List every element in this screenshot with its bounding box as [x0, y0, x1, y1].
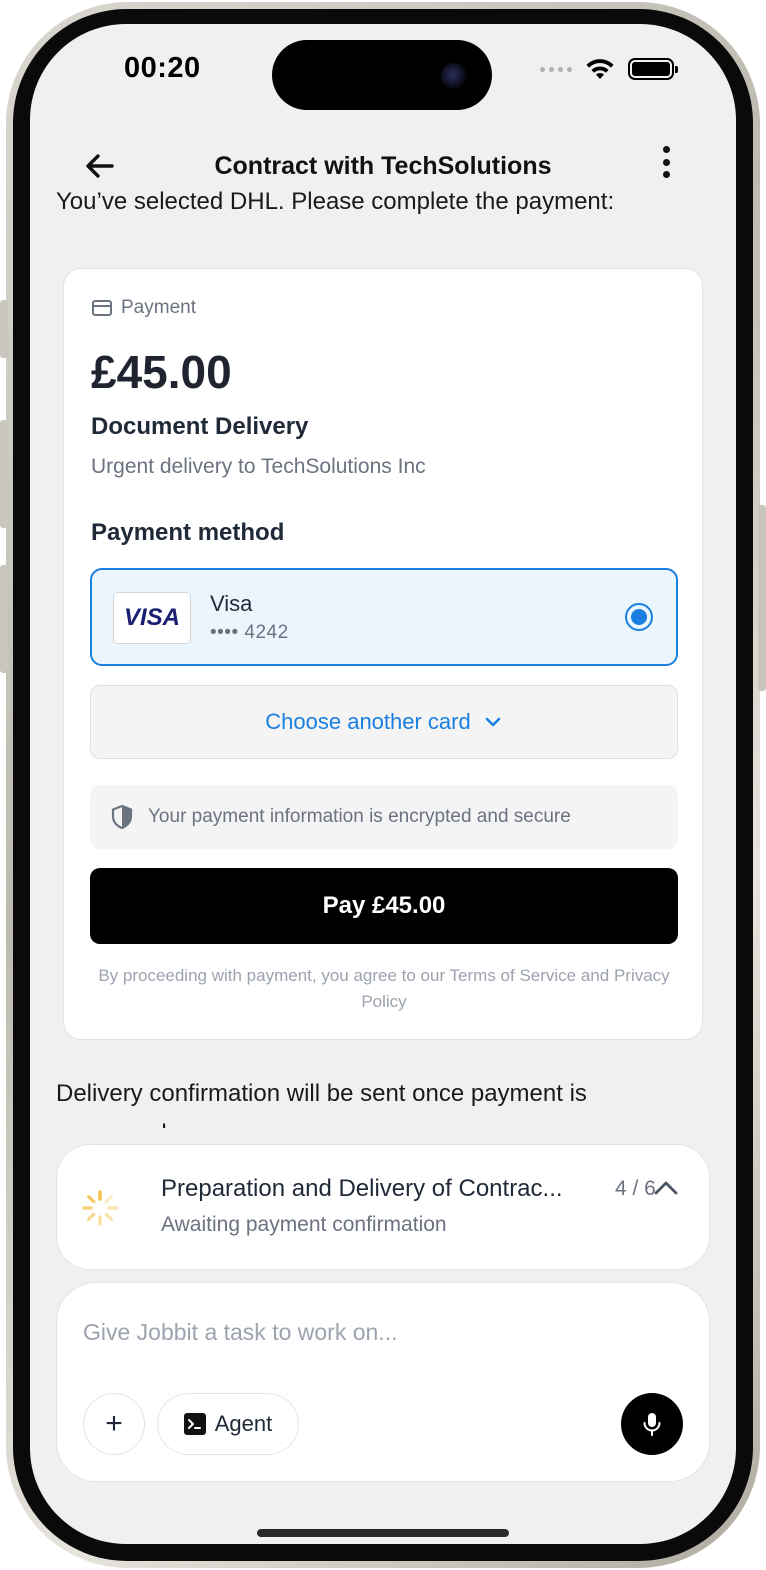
task-progress-panel[interactable]: Preparation and Delivery of Contrac... 4… — [56, 1144, 710, 1270]
task-progress-count: 4 / 6 — [615, 1177, 656, 1200]
agent-mode-button[interactable]: Agent — [157, 1393, 299, 1455]
shield-icon — [111, 804, 133, 830]
selected-card-option[interactable]: VISA Visa •••• 4242 — [90, 568, 678, 666]
payment-description-title: Document Delivery — [91, 413, 309, 440]
chevron-down-icon — [485, 717, 501, 727]
payment-amount: £45.00 — [91, 346, 232, 398]
payment-label: Payment — [92, 297, 196, 319]
spinner-icon — [82, 1190, 118, 1226]
camera-icon — [441, 63, 467, 89]
payment-label-text: Payment — [121, 297, 196, 318]
composer: + Agent — [56, 1282, 710, 1482]
secure-note-text: Your payment information is encrypted an… — [148, 806, 571, 827]
volume-up-button — [0, 420, 8, 528]
card-radio-selected[interactable] — [625, 603, 653, 631]
power-button — [758, 505, 766, 691]
payment-description-subtitle: Urgent delivery to TechSolutions Inc — [91, 455, 426, 478]
status-icons — [540, 57, 678, 81]
volume-down-button — [0, 565, 8, 673]
dynamic-island — [272, 40, 492, 110]
pay-button[interactable]: Pay £45.00 — [90, 868, 678, 944]
microphone-icon — [643, 1413, 661, 1436]
payment-card: Payment £45.00 Document Delivery Urgent … — [63, 268, 703, 1040]
chevron-up-icon[interactable] — [651, 1173, 681, 1203]
wifi-icon — [586, 59, 614, 79]
task-input[interactable] — [83, 1319, 643, 1346]
home-indicator[interactable] — [257, 1529, 509, 1537]
more-vertical-icon — [662, 146, 670, 153]
plus-icon: + — [105, 1407, 123, 1440]
card-name: Visa — [210, 591, 253, 616]
signal-icon — [540, 66, 572, 72]
add-attachment-button[interactable]: + — [83, 1393, 145, 1455]
terms-text: By proceeding with payment, you agree to… — [98, 966, 670, 1011]
status-time: 00:20 — [124, 52, 201, 84]
battery-icon — [628, 58, 678, 80]
agent-mode-label: Agent — [214, 1411, 273, 1436]
task-title: Preparation and Delivery of Contrac... — [161, 1175, 563, 1202]
microphone-button[interactable] — [621, 1393, 683, 1455]
payment-method-title: Payment method — [91, 519, 285, 546]
visa-logo: VISA — [113, 592, 191, 644]
choose-another-card-button[interactable]: Choose another card — [90, 685, 678, 759]
assistant-message-followup: Delivery confirmation will be sent once … — [56, 1080, 587, 1128]
assistant-message: You’ve selected DHL. Please complete the… — [56, 188, 615, 215]
secure-note: Your payment information is encrypted an… — [90, 785, 678, 849]
action-button — [0, 300, 8, 358]
credit-card-icon — [92, 300, 112, 316]
card-number: •••• 4242 — [210, 622, 289, 643]
page-title: Contract with TechSolutions — [214, 152, 552, 180]
more-options-button[interactable] — [654, 140, 678, 184]
chat-thread[interactable]: You’ve selected DHL. Please complete the… — [30, 184, 736, 1128]
choose-another-card-label: Choose another card — [265, 709, 471, 734]
terminal-icon — [183, 1413, 206, 1435]
task-status: Awaiting payment confirmation — [161, 1213, 447, 1236]
screen: 00:20 Contract with TechSolutions You’ve… — [30, 24, 736, 1544]
